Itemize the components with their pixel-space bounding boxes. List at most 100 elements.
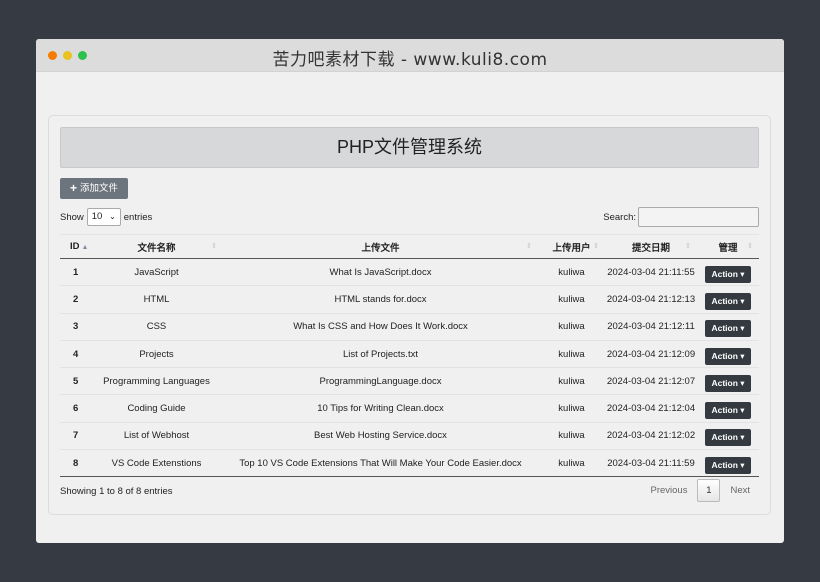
table-row: 6 Coding Guide 10 Tips for Writing Clean.d… — [60, 394, 759, 423]
sort-icon: ⇕ — [526, 243, 532, 250]
add-file-label: 添加文件 — [80, 183, 119, 194]
row-user: kuliwa — [538, 340, 605, 369]
action-dropdown-button[interactable]: Action ▾ — [705, 429, 751, 447]
action-label: Action — [711, 295, 738, 306]
column-header-manage[interactable]: 管理 ⇕ — [697, 234, 759, 259]
page-1-button[interactable]: 1 — [697, 479, 721, 502]
row-file: What Is CSS and How Does It Work.docx — [223, 313, 538, 341]
entries-length-control: Show 10 ⌄ entries — [60, 208, 152, 226]
table-row: 2 HTML HTML stands for.docx kuliwa 2024-03-0… — [60, 285, 759, 314]
row-date: 2024-03-04 21:11:59 — [605, 449, 697, 478]
caret-down-icon: ▾ — [737, 377, 745, 388]
caret-down-icon: ▾ — [737, 323, 745, 334]
caret-down-icon: ▾ — [737, 405, 745, 416]
main-card: PHP文件管理系统 + 添加文件 Show 10 ⌄ entries Searc… — [48, 115, 771, 515]
sort-icon: ⇕ — [593, 243, 599, 250]
next-page-button[interactable]: Next — [730, 485, 750, 496]
row-user: kuliwa — [538, 313, 605, 341]
sort-icon: ⇕ — [747, 243, 753, 250]
action-dropdown-button[interactable]: Action ▾ — [705, 320, 751, 338]
row-id: 7 — [60, 422, 90, 451]
row-file: 10 Tips for Writing Clean.docx — [223, 394, 538, 423]
caret-down-icon: ▾ — [737, 350, 745, 361]
row-id: 3 — [60, 313, 90, 341]
row-name: Coding Guide — [90, 394, 223, 423]
row-date: 2024-03-04 21:12:02 — [605, 422, 697, 451]
row-manage-cell: Action ▾ — [697, 394, 759, 423]
table-row: 3 CSS What Is CSS and How Does It Work.doc… — [60, 313, 759, 341]
action-dropdown-button[interactable]: Action ▾ — [705, 347, 751, 365]
row-date: 2024-03-04 21:12:13 — [605, 285, 697, 314]
row-manage-cell: Action ▾ — [697, 313, 759, 341]
entries-select[interactable]: 10 ⌄ — [86, 208, 121, 226]
row-id: 1 — [60, 258, 90, 287]
show-label: Show — [60, 211, 84, 223]
files-table: ID ▲ 文件名称 ⇕ 上传文件 ⇕ 上传用户 ⇕ 提交日期 ⇕ 管理 ⇕ 1 JavaScr… — [60, 234, 759, 478]
table-header-row: ID ▲ 文件名称 ⇕ 上传文件 ⇕ 上传用户 ⇕ 提交日期 ⇕ 管理 ⇕ — [60, 234, 759, 259]
table-row: 7 List of Webhost Best Web Hosting Service… — [60, 422, 759, 451]
caret-down-icon: ▾ — [737, 432, 745, 443]
row-user: kuliwa — [538, 449, 605, 478]
search-control: Search: — [603, 207, 759, 227]
table-row: 4 Projects List of Projects.txt kuliwa 2024-… — [60, 340, 759, 369]
caret-down-icon: ▾ — [737, 295, 745, 306]
action-label: Action — [711, 432, 738, 443]
column-header-user[interactable]: 上传用户 ⇕ — [538, 234, 605, 259]
window-title: 苦力吧素材下载 - www.kuli8.com — [272, 50, 548, 70]
action-dropdown-button[interactable]: Action ▾ — [705, 456, 751, 474]
row-user: kuliwa — [538, 422, 605, 451]
table-row: 8 VS Code Extenstions Top 10 VS Code Exten… — [60, 449, 759, 478]
row-user: kuliwa — [538, 285, 605, 314]
row-manage-cell: Action ▾ — [697, 449, 759, 478]
action-dropdown-button[interactable]: Action ▾ — [705, 402, 751, 420]
row-name: Projects — [90, 340, 223, 369]
row-name: HTML — [90, 285, 223, 314]
row-manage-cell: Action ▾ — [697, 258, 759, 287]
table-row: 1 JavaScript What Is JavaScript.docx kuliwa… — [60, 258, 759, 287]
column-header-id[interactable]: ID ▲ — [60, 234, 90, 259]
row-name: CSS — [90, 313, 223, 341]
row-id: 4 — [60, 340, 90, 369]
row-user: kuliwa — [538, 258, 605, 287]
table-info: Showing 1 to 8 of 8 entries — [60, 486, 173, 497]
row-file: What Is JavaScript.docx — [223, 258, 538, 287]
row-id: 8 — [60, 449, 90, 478]
row-file: List of Projects.txt — [223, 340, 538, 369]
column-header-file[interactable]: 上传文件 ⇕ — [223, 234, 538, 259]
action-label: Action — [711, 323, 738, 334]
plus-icon: + — [70, 181, 78, 195]
row-date: 2024-03-04 21:12:09 — [605, 340, 697, 369]
browser-window: 苦力吧素材下载 - www.kuli8.com PHP文件管理系统 + 添加文件… — [36, 39, 784, 543]
action-dropdown-button[interactable]: Action ▾ — [705, 374, 751, 392]
column-header-name[interactable]: 文件名称 ⇕ — [90, 234, 223, 259]
row-name: VS Code Extenstions — [90, 449, 223, 478]
row-file: ProgrammingLanguage.docx — [223, 367, 538, 396]
entries-select-value: 10 — [91, 211, 103, 222]
add-file-button[interactable]: + 添加文件 — [60, 178, 129, 199]
title-bar: 苦力吧素材下载 - www.kuli8.com — [36, 39, 784, 72]
search-input[interactable] — [638, 207, 759, 227]
row-file: HTML stands for.docx — [223, 285, 538, 314]
row-file: Best Web Hosting Service.docx — [223, 422, 538, 451]
row-name: Programming Languages — [90, 367, 223, 396]
sort-icon: ⇕ — [211, 243, 217, 250]
row-date: 2024-03-04 21:12:11 — [605, 313, 697, 341]
row-name: List of Webhost — [90, 422, 223, 451]
row-date: 2024-03-04 21:12:04 — [605, 394, 697, 423]
action-dropdown-button[interactable]: Action ▾ — [705, 265, 751, 283]
row-id: 2 — [60, 285, 90, 314]
row-manage-cell: Action ▾ — [697, 422, 759, 451]
row-manage-cell: Action ▾ — [697, 367, 759, 396]
previous-page-button[interactable]: Previous — [650, 485, 687, 496]
action-label: Action — [711, 405, 738, 416]
chevron-down-icon: ⌄ — [109, 212, 116, 221]
caret-down-icon: ▾ — [737, 459, 745, 470]
row-manage-cell: Action ▾ — [697, 285, 759, 314]
column-header-date[interactable]: 提交日期 ⇕ — [605, 234, 697, 259]
table-row: 5 Programming Languages ProgrammingLanguag… — [60, 367, 759, 396]
sort-asc-icon: ▲ — [81, 244, 89, 251]
caret-down-icon: ▾ — [737, 268, 745, 279]
row-user: kuliwa — [538, 394, 605, 423]
row-name: JavaScript — [90, 258, 223, 287]
action-dropdown-button[interactable]: Action ▾ — [705, 292, 751, 310]
